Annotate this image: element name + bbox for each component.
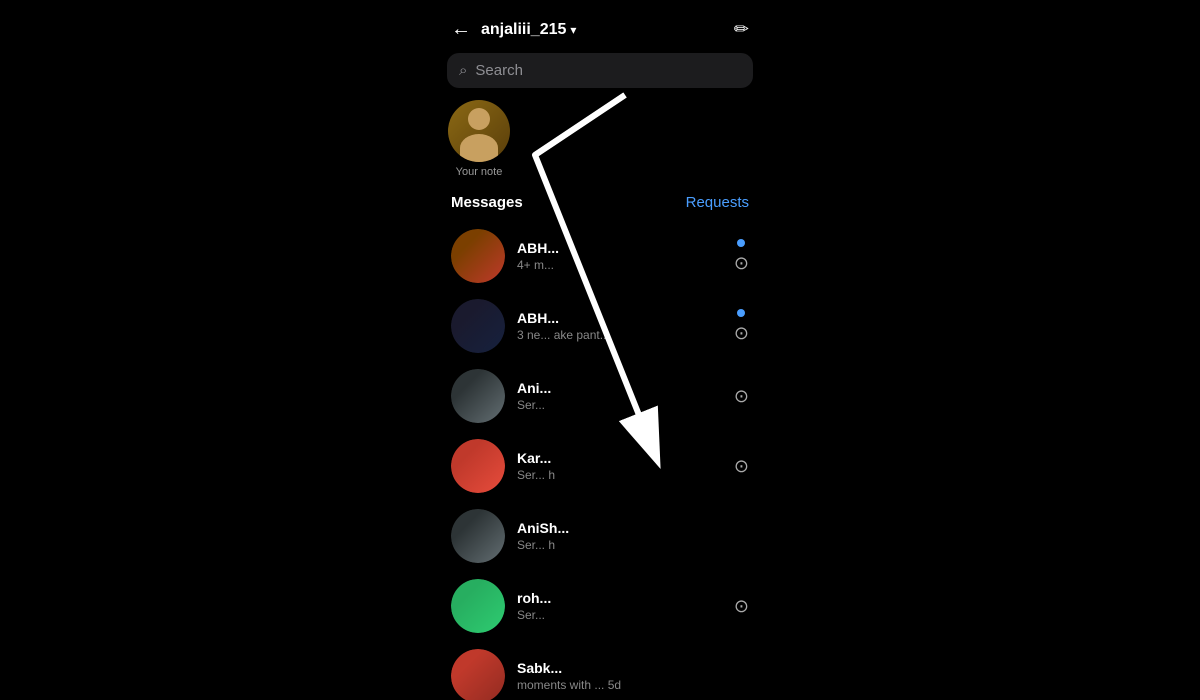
stories-row: Note... Your note: [435, 100, 765, 190]
conv-name: ABH...: [517, 310, 722, 326]
conv-info: Kar... Ser... h: [517, 450, 722, 482]
header-left: ← anjaliii_215 ▾: [451, 18, 576, 41]
conv-preview: moments with ... 5d: [517, 678, 737, 692]
search-icon: ⌕: [459, 62, 467, 79]
unread-dot: [737, 309, 745, 317]
conv-name: Sabk...: [517, 660, 737, 676]
tabs-row: Messages Requests: [435, 190, 765, 221]
search-bar[interactable]: ⌕ Search: [447, 53, 753, 88]
avatar-image: [451, 439, 505, 493]
conv-preview: Ser... h: [517, 468, 722, 482]
avatar: [451, 579, 505, 633]
list-item[interactable]: Sabk... moments with ... 5d: [435, 641, 765, 700]
conv-right: ⊙: [734, 309, 749, 344]
unread-dot: [737, 239, 745, 247]
chevron-down-icon: ▾: [570, 23, 576, 37]
conv-name: roh...: [517, 590, 722, 606]
list-item[interactable]: Ani... Ser... ⊙: [435, 361, 765, 431]
username-text: anjaliii_215: [481, 21, 566, 39]
camera-icon: ⊙: [734, 456, 749, 477]
tab-messages[interactable]: Messages: [451, 194, 523, 211]
avatar-image: [451, 649, 505, 700]
conv-preview: Ser... h: [517, 538, 737, 552]
avatar-image: [451, 369, 505, 423]
story-label-self: Your note: [456, 166, 503, 178]
avatar-image: [451, 229, 505, 283]
list-item[interactable]: roh... Ser... ⊙: [435, 571, 765, 641]
conv-info: Sabk... moments with ... 5d: [517, 660, 737, 692]
avatar: [451, 229, 505, 283]
conv-info: roh... Ser...: [517, 590, 722, 622]
avatar: [451, 299, 505, 353]
compose-icon[interactable]: ✏: [734, 19, 749, 40]
phone-panel: ← anjaliii_215 ▾ ✏ ⌕ Search Note... Your…: [435, 0, 765, 700]
avatar: [451, 439, 505, 493]
list-item[interactable]: Kar... Ser... h ⊙: [435, 431, 765, 501]
list-item[interactable]: AniSh... Ser... h: [435, 501, 765, 571]
conv-name: Kar...: [517, 450, 722, 466]
conv-info: ABH... 4+ m...: [517, 240, 722, 272]
conv-preview: Ser...: [517, 398, 722, 412]
avatar: [451, 649, 505, 700]
camera-icon: ⊙: [734, 596, 749, 617]
avatar-image: [451, 509, 505, 563]
conv-right: ⊙: [734, 386, 749, 407]
search-placeholder: Search: [475, 62, 523, 79]
story-avatar-wrap: Note...: [448, 100, 510, 162]
avatar-image: [451, 579, 505, 633]
list-item[interactable]: ABH... 4+ m... ⊙: [435, 221, 765, 291]
page-background: ← anjaliii_215 ▾ ✏ ⌕ Search Note... Your…: [0, 0, 1200, 700]
self-avatar: [448, 100, 510, 162]
camera-icon: ⊙: [734, 253, 749, 274]
back-icon[interactable]: ←: [451, 18, 471, 41]
conv-preview: 3 ne... ake pant...: [517, 328, 722, 342]
avatar-image: [451, 299, 505, 353]
conv-info: ABH... 3 ne... ake pant...: [517, 310, 722, 342]
conv-right: ⊙: [734, 596, 749, 617]
avatar: [451, 509, 505, 563]
conv-right: ⊙: [734, 456, 749, 477]
conv-info: AniSh... Ser... h: [517, 520, 737, 552]
conversation-list: ABH... 4+ m... ⊙ ABH... 3 ne... ake pant…: [435, 221, 765, 700]
tab-requests[interactable]: Requests: [686, 194, 749, 211]
list-item[interactable]: ABH... 3 ne... ake pant... ⊙: [435, 291, 765, 361]
conv-preview: 4+ m...: [517, 258, 722, 272]
conv-name: AniSh...: [517, 520, 737, 536]
camera-icon: ⊙: [734, 323, 749, 344]
conv-info: Ani... Ser...: [517, 380, 722, 412]
camera-icon: ⊙: [734, 386, 749, 407]
conv-right: ⊙: [734, 239, 749, 274]
conv-name: ABH...: [517, 240, 722, 256]
username-row[interactable]: anjaliii_215 ▾: [481, 21, 576, 39]
avatar: [451, 369, 505, 423]
header: ← anjaliii_215 ▾ ✏: [435, 0, 765, 53]
conv-name: Ani...: [517, 380, 722, 396]
story-item-self[interactable]: Note... Your note: [447, 100, 511, 178]
conv-preview: Ser...: [517, 608, 722, 622]
